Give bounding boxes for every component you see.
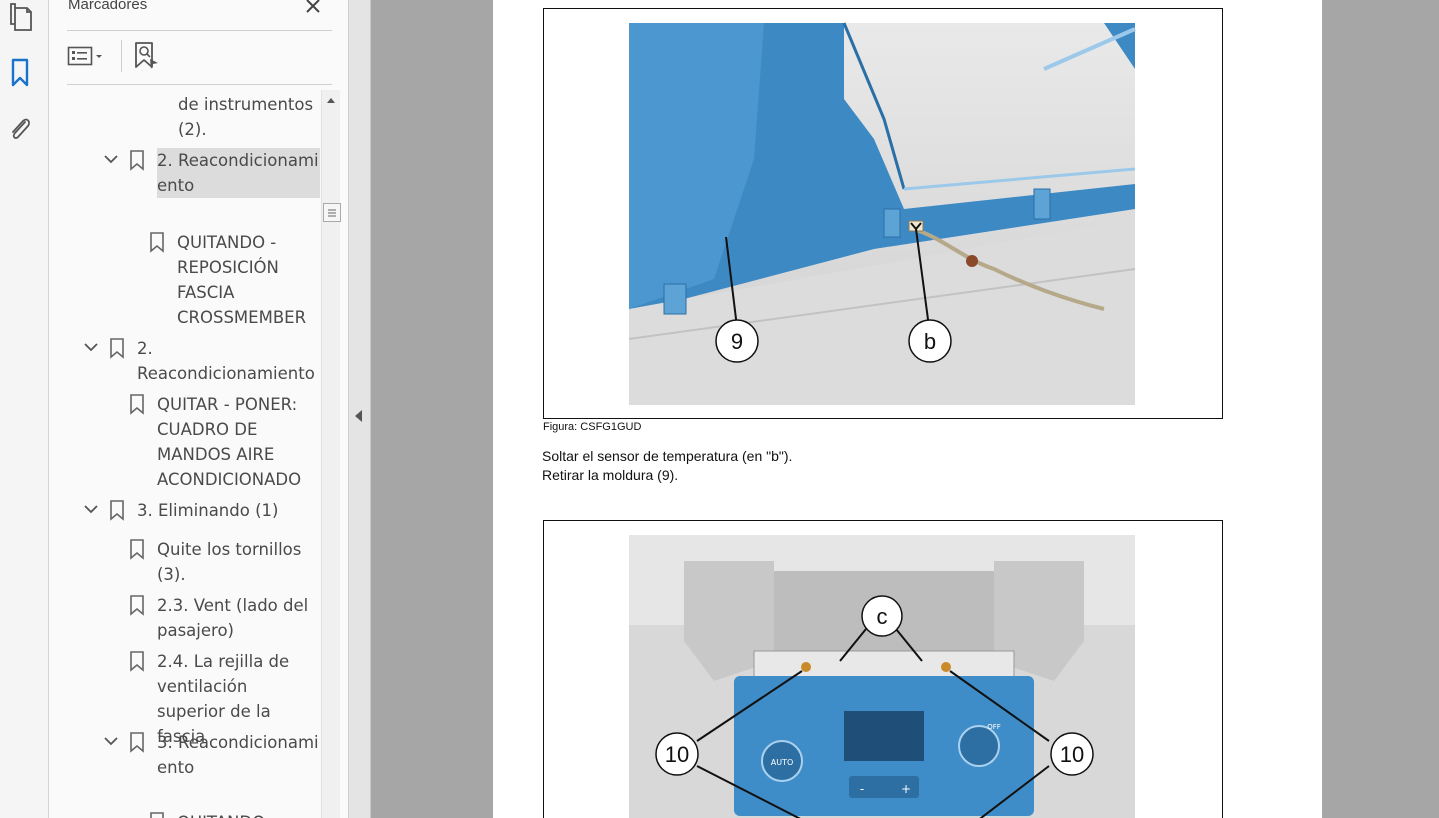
- bookmark-tree: de instrumentos (2). 2. Reacondicionamie…: [49, 90, 321, 818]
- grip-icon: [328, 209, 336, 216]
- panel-title: Marcadores: [68, 0, 148, 13]
- callout-10-left: 10: [655, 732, 699, 776]
- bookmark-flag-icon: [110, 338, 124, 359]
- bookmark-flag-icon: [150, 232, 164, 253]
- bookmark-flag-icon: [110, 500, 124, 521]
- find-bookmark-button[interactable]: [131, 40, 161, 72]
- chevron-down-icon[interactable]: [102, 150, 120, 168]
- auto-label: AUTO: [771, 758, 794, 767]
- chevron-down-icon: [96, 55, 102, 58]
- scrollbar-thumb[interactable]: [323, 203, 341, 222]
- figure-1-caption: Figura: CSFG1GUD: [543, 421, 642, 433]
- bookmark-label: 2. Reacondicionamiento: [137, 339, 315, 383]
- bookmark-icon[interactable]: [5, 56, 35, 90]
- close-icon[interactable]: [303, 0, 323, 16]
- minus-label: -: [860, 782, 864, 796]
- figure-2: AUTO OFF - + c 10 10: [543, 520, 1223, 818]
- bookmark-label: 2.3. Vent (lado del pasajero): [157, 596, 309, 640]
- callout-c: c: [861, 595, 903, 637]
- bookmark-label: QUITAR - PONER: CUADRO DE MANDOS AIRE AC…: [157, 395, 302, 489]
- off-label: OFF: [987, 723, 1001, 731]
- bookmark-label: de instrumentos (2).: [178, 95, 314, 139]
- divider: [67, 30, 332, 31]
- toolbar-separator: [121, 40, 122, 72]
- bookmark-flag-icon: [130, 651, 144, 672]
- plus-label: +: [901, 782, 911, 796]
- bookmarks-panel: Marcadores de instrumentos (2). 2. Reaco…: [49, 0, 349, 818]
- chevron-down-icon[interactable]: [82, 500, 100, 518]
- attachment-icon[interactable]: [5, 112, 35, 146]
- collapse-left-icon[interactable]: [355, 410, 362, 422]
- instruction-text: Soltar el sensor de temperatura (en "b")…: [542, 448, 793, 483]
- callout-label: 10: [665, 742, 689, 767]
- document-view[interactable]: 9 b Figura: CSFG1GUD Soltar el sensor de…: [372, 0, 1439, 818]
- bookmark-label: QUITANDO - REPOSICIÓN FASCIA CROSSMEMBER: [177, 233, 307, 327]
- callout-b: b: [908, 319, 952, 363]
- bookmark-flag-icon: [130, 150, 144, 171]
- bookmark-label: 3. Eliminando (1): [137, 501, 279, 520]
- chevron-down-icon[interactable]: [82, 338, 100, 356]
- pdf-page: 9 b Figura: CSFG1GUD Soltar el sensor de…: [493, 0, 1322, 818]
- figure-2-illustration: AUTO OFF - + c 10 10: [629, 535, 1135, 818]
- figure-1: 9 b: [543, 8, 1223, 419]
- pages-icon[interactable]: [5, 0, 35, 34]
- divider: [67, 84, 332, 85]
- bookmark-label: QUITANDO: [177, 810, 317, 818]
- callout-label: 10: [1060, 742, 1084, 767]
- figure-1-illustration: 9 b: [628, 22, 1136, 405]
- callout-label: 9: [731, 329, 743, 354]
- callout-label: b: [924, 329, 936, 354]
- bookmark-flag-icon: [130, 595, 144, 616]
- list-options-icon: [67, 46, 93, 66]
- pdf-viewer: Marcadores de instrumentos (2). 2. Reaco…: [0, 0, 1439, 818]
- panel-collapse-handle[interactable]: [349, 0, 371, 818]
- bookmark-flag-icon: [130, 732, 144, 753]
- bookmark-options-button[interactable]: [67, 42, 113, 70]
- bookmark-label: 3. Reacondicionamiento: [157, 733, 319, 777]
- bookmark-flag-icon: [130, 394, 144, 415]
- scroll-up-icon[interactable]: [326, 96, 336, 106]
- callout-label: c: [877, 604, 888, 629]
- bookmark-scrollbar[interactable]: [321, 90, 341, 818]
- chevron-down-icon[interactable]: [102, 732, 120, 750]
- bookmark-flag-icon: [130, 539, 144, 560]
- callout-10-right: 10: [1050, 732, 1094, 776]
- callout-9: 9: [715, 319, 759, 363]
- bookmark-search-icon: [135, 42, 158, 69]
- bookmark-label: Quite los tornillos (3).: [157, 540, 302, 584]
- left-tool-rail: [0, 0, 49, 818]
- bookmark-flag-icon: [150, 812, 164, 818]
- bookmark-label: 2. Reacondicionamiento: [157, 148, 320, 198]
